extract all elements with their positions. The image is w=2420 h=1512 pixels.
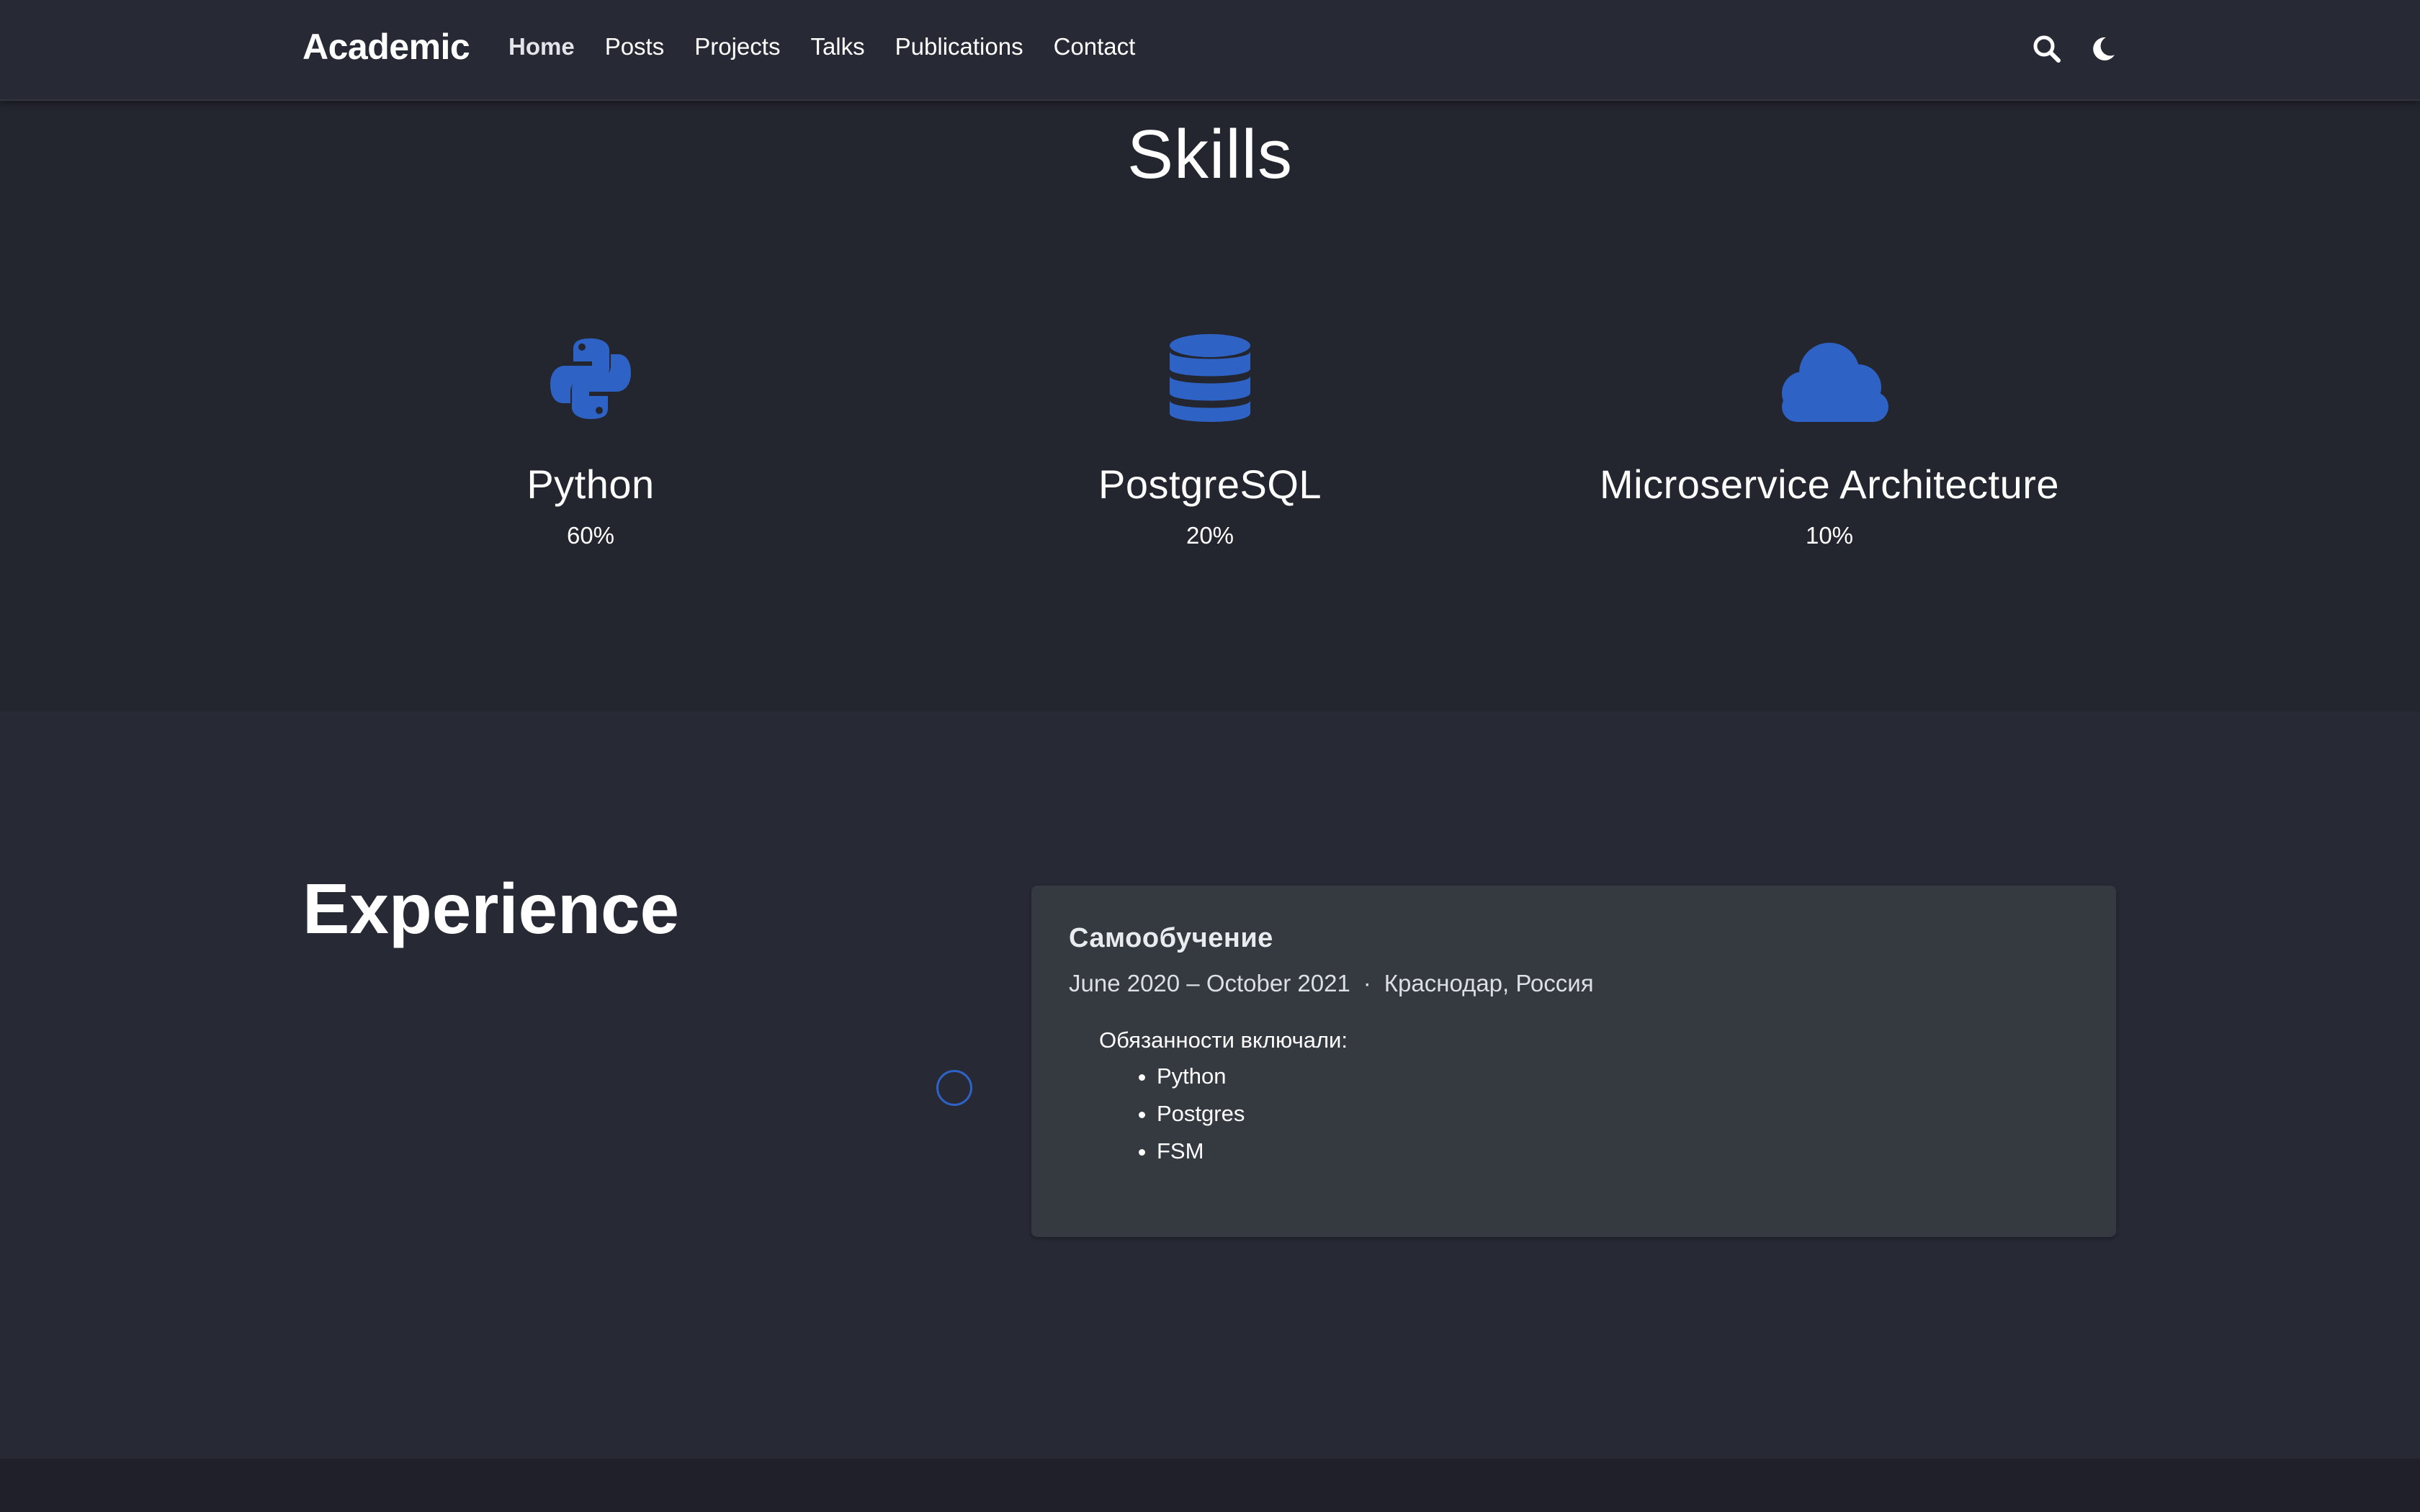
nav-link-home[interactable]: Home xyxy=(508,33,575,60)
navbar: Academic Home Posts Projects Talks Publi… xyxy=(0,0,2420,101)
site-brand[interactable]: Academic xyxy=(302,26,470,68)
skill-item-microservices: Microservice Architecture 10% xyxy=(1520,331,2139,549)
list-item: Postgres xyxy=(1157,1099,2079,1128)
experience-dates: June 2020 – October 2021 xyxy=(1069,970,1350,996)
experience-entry-title: Самообучение xyxy=(1069,923,1273,953)
moon-icon[interactable] xyxy=(2086,32,2120,66)
responsibilities-list: Python Postgres FSM xyxy=(1099,1062,2079,1166)
responsibilities-intro: Обязанности включали: xyxy=(1099,1027,1348,1053)
skill-name: Microservice Architecture xyxy=(1599,462,2059,507)
meta-separator: · xyxy=(1363,970,1371,996)
skill-name: Python xyxy=(526,462,655,507)
skill-percent: 20% xyxy=(1186,522,1234,549)
list-item: FSM xyxy=(1157,1137,2079,1166)
skills-title: Skills xyxy=(1126,116,1293,193)
database-icon xyxy=(1138,331,1282,426)
experience-entry-meta: June 2020 – October 2021 · Краснодар, Росс… xyxy=(1069,970,2079,997)
cloud-icon xyxy=(1757,331,1901,426)
experience-card: Самообучение June 2020 – October 2021 · Кр… xyxy=(1031,886,2116,1237)
skill-percent: 10% xyxy=(1805,522,1854,549)
skill-percent: 60% xyxy=(566,522,615,549)
experience-title: Experience xyxy=(302,869,679,948)
skill-name: PostgreSQL xyxy=(1098,462,1322,507)
nav-link-talks[interactable]: Talks xyxy=(810,33,864,60)
nav-link-contact[interactable]: Contact xyxy=(1054,33,1136,60)
search-icon[interactable] xyxy=(2030,32,2064,66)
skill-item-postgresql: PostgreSQL 20% xyxy=(900,331,1520,549)
nav-link-projects[interactable]: Projects xyxy=(694,33,780,60)
nav-link-posts[interactable]: Posts xyxy=(605,33,665,60)
nav-menu: Home Posts Projects Talks Publications C… xyxy=(508,33,1165,60)
skill-item-python: Python 60% xyxy=(281,331,900,549)
experience-location: Краснодар, Россия xyxy=(1384,970,1594,996)
experience-description: Обязанности включали: Python Postgres FS… xyxy=(1069,1027,2079,1166)
python-icon xyxy=(519,331,663,426)
page-footer xyxy=(0,1459,2420,1512)
timeline-dot xyxy=(936,1070,972,1106)
list-item: Python xyxy=(1157,1062,2079,1091)
nav-link-publications[interactable]: Publications xyxy=(895,33,1023,60)
